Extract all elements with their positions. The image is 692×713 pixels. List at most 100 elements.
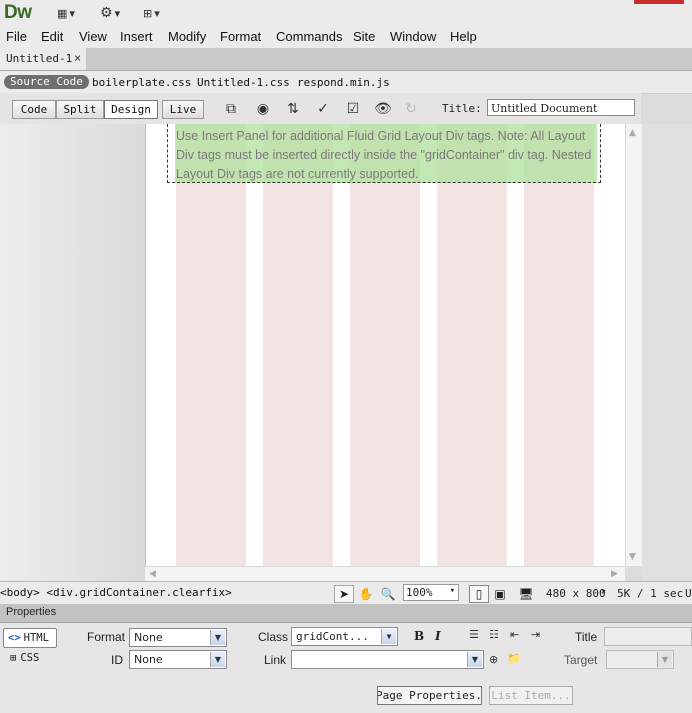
hand-tool-icon[interactable]: ✋: [356, 585, 376, 603]
format-select[interactable]: None ▼: [129, 628, 227, 647]
menu-site[interactable]: Site: [353, 29, 375, 44]
tablet-size-icon[interactable]: ▣: [490, 585, 510, 603]
unordered-list-icon[interactable]: ☰: [469, 628, 479, 641]
tag-selector[interactable]: <body> <div.gridContainer.clearfix>: [0, 586, 232, 599]
split-view-button[interactable]: Split: [56, 100, 104, 119]
layout-menu-button[interactable]: ▦ ▾: [57, 5, 75, 21]
chevron-down-icon: ▾: [114, 6, 121, 20]
browse-folder-icon[interactable]: 📁: [507, 652, 521, 665]
menu-bar: File Edit View Insert Modify Format Comm…: [0, 26, 692, 49]
w3c-validation-icon[interactable]: ✓: [312, 100, 334, 118]
live-view-button[interactable]: Live: [162, 100, 204, 119]
grid-container-outline: [167, 124, 601, 183]
css-label: CSS: [20, 652, 40, 664]
target-label: Target: [564, 653, 598, 667]
design-view-button[interactable]: Design: [104, 100, 158, 119]
ordered-list-icon[interactable]: ☷: [489, 628, 499, 641]
extend-menu-button[interactable]: ⚙ ▾: [100, 5, 120, 21]
menu-edit[interactable]: Edit: [41, 29, 63, 44]
target-select[interactable]: ▼: [606, 650, 674, 669]
grid-column: [263, 124, 333, 566]
preview-browser-icon[interactable]: ◉: [252, 100, 274, 118]
chevron-down-icon: ▼: [657, 652, 672, 667]
close-icon[interactable]: ×: [74, 51, 81, 65]
format-value: None: [134, 631, 163, 644]
title-input[interactable]: Untitled Document: [487, 99, 635, 116]
select-tool-icon[interactable]: ➤: [334, 585, 354, 603]
mobile-size-icon[interactable]: ▯: [469, 585, 489, 603]
menu-view[interactable]: View: [79, 29, 107, 44]
scroll-down-icon[interactable]: ▼: [629, 552, 636, 562]
grid-column: [176, 124, 246, 566]
status-bar: <body> <div.gridContainer.clearfix> ➤ ✋ …: [0, 581, 692, 604]
list-item-button[interactable]: List Item...: [489, 686, 573, 705]
menu-insert[interactable]: Insert: [120, 29, 153, 44]
source-code-button[interactable]: Source Code: [4, 75, 89, 89]
format-label: Format: [87, 630, 126, 644]
close-window-button[interactable]: [634, 0, 684, 4]
html-mode-button[interactable]: <> HTML: [3, 628, 57, 648]
multiscreen-icon[interactable]: ⧉: [220, 100, 242, 118]
menu-window[interactable]: Window: [390, 29, 436, 44]
menu-file[interactable]: File: [6, 29, 27, 44]
title-prop-label: Title: [575, 630, 598, 644]
indent-icon[interactable]: ⇥: [531, 628, 540, 641]
refresh-icon[interactable]: ↻: [400, 100, 422, 118]
class-select[interactable]: gridCont... ▼: [291, 627, 398, 646]
point-to-file-icon[interactable]: ⊕: [489, 653, 498, 666]
outdent-icon[interactable]: ⇤: [510, 628, 519, 641]
code-view-button[interactable]: Code: [12, 100, 56, 119]
menu-help[interactable]: Help: [450, 29, 477, 44]
right-gutter: [642, 124, 692, 581]
class-label: Class: [258, 630, 289, 644]
properties-title: Properties: [6, 606, 57, 618]
id-select[interactable]: None ▼: [129, 650, 227, 669]
id-label: ID: [111, 653, 123, 667]
title-prop-input[interactable]: [604, 627, 692, 646]
window-size[interactable]: 480 x 800: [546, 587, 606, 600]
zoom-value: 100%: [406, 586, 433, 599]
scroll-right-icon[interactable]: ▶: [611, 569, 618, 579]
check-browser-icon[interactable]: ☑: [342, 100, 364, 118]
properties-header[interactable]: Properties: [0, 604, 692, 623]
id-value: None: [134, 653, 163, 666]
related-file[interactable]: respond.min.js: [297, 76, 390, 89]
document-tab[interactable]: Untitled-1 ×: [0, 48, 86, 70]
related-file[interactable]: Untitled-1.css: [197, 76, 290, 89]
gear-icon: ⚙: [100, 5, 113, 21]
file-management-icon[interactable]: ⇅: [282, 100, 304, 118]
chevron-down-icon: ▾: [449, 586, 455, 596]
related-file[interactable]: boilerplate.css: [92, 76, 191, 89]
title-label: Title:: [442, 102, 482, 115]
desktop-size-icon[interactable]: 🖥: [516, 585, 536, 603]
dreamweaver-logo: Dw: [4, 2, 32, 23]
chevron-down-icon: ▼: [381, 629, 396, 644]
scroll-up-icon[interactable]: ▲: [629, 128, 636, 138]
bold-button[interactable]: B: [414, 629, 424, 643]
class-value: gridCont...: [296, 630, 369, 643]
chevron-down-icon: ▼: [210, 630, 225, 645]
zoom-select[interactable]: 100% ▾: [403, 584, 459, 601]
grid-column: [350, 124, 420, 566]
menu-commands[interactable]: Commands: [276, 29, 342, 44]
chevron-down-icon: ▾: [154, 6, 160, 20]
page-properties-button[interactable]: Page Properties...: [377, 686, 482, 705]
horizontal-scrollbar[interactable]: ◀ ▶: [145, 566, 625, 582]
site-tree-icon: ⊞: [143, 6, 153, 20]
italic-button[interactable]: I: [435, 629, 441, 643]
link-input[interactable]: ▼: [291, 650, 484, 669]
app-bar: Dw ▦ ▾ ⚙ ▾ ⊞ ▾: [0, 0, 692, 26]
visual-aids-icon[interactable]: 👁: [372, 100, 394, 118]
menu-modify[interactable]: Modify: [168, 29, 206, 44]
zoom-tool-icon[interactable]: 🔍: [378, 585, 398, 603]
site-menu-button[interactable]: ⊞ ▾: [143, 5, 160, 21]
vertical-scrollbar[interactable]: ▲ ▼: [625, 124, 642, 566]
related-files-bar: Source Code boilerplate.css Untitled-1.c…: [0, 71, 692, 94]
scroll-left-icon[interactable]: ◀: [149, 569, 156, 579]
design-canvas[interactable]: Use Insert Panel for additional Fluid Gr…: [145, 124, 626, 566]
menu-format[interactable]: Format: [220, 29, 261, 44]
layout-icon: ▦: [57, 6, 68, 20]
css-icon: ⊞: [10, 652, 17, 664]
css-mode-button[interactable]: ⊞ CSS: [10, 652, 39, 664]
html-icon: <>: [8, 632, 21, 644]
